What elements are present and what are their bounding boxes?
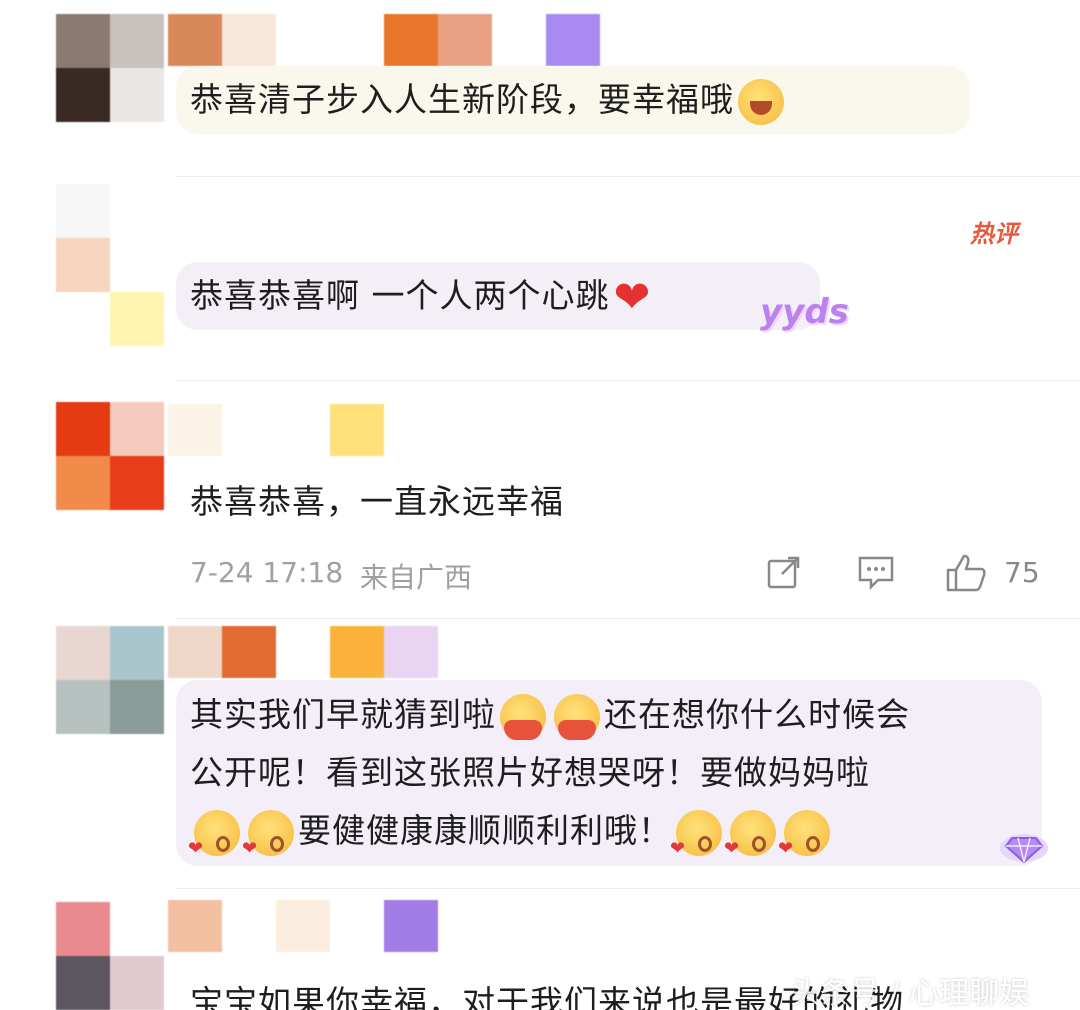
comment-text: 其实我们早就猜到啦 xyxy=(190,695,496,734)
avatar[interactable] xyxy=(56,626,164,734)
comment-bubble: 其实我们早就猜到啦 还在想你什么时候会 公开呢！看到这张照片好想哭呀！要做妈妈啦 … xyxy=(176,680,1042,878)
comment-line: 公开呢！看到这张照片好想哭呀！要做妈妈啦 xyxy=(190,744,1028,802)
yyds-sticker: yyds xyxy=(760,292,849,332)
kiss-emoji xyxy=(724,809,776,878)
comment-meta: 7-24 17:18 来自广西 75 xyxy=(190,552,1050,596)
watermark: 头条号 / 心理聊娱 xyxy=(790,976,1030,1010)
comment-time: 7-24 17:18 xyxy=(190,556,344,589)
share-icon[interactable] xyxy=(764,552,804,592)
kiss-emoji xyxy=(670,809,722,878)
like-count: 75 xyxy=(1004,556,1040,589)
kiss-emoji xyxy=(188,809,240,878)
kiss-emoji xyxy=(242,809,294,878)
comment-line: 要健健康康顺顺利利哦！ xyxy=(188,802,1028,878)
hot-comment-badge: 热评 xyxy=(970,220,1018,248)
divider xyxy=(176,380,1080,381)
avatar[interactable] xyxy=(56,14,164,122)
comment-text: 公开呢！看到这张照片好想哭呀！要做妈妈啦 xyxy=(190,753,870,792)
username-blurred[interactable] xyxy=(168,404,384,456)
comment-line: 其实我们早就猜到啦 还在想你什么时候会 xyxy=(190,686,1028,744)
comment-bubble: 恭喜恭喜啊 一个人两个心跳❤ xyxy=(176,262,820,330)
comment-text: 要健健康康顺顺利利哦！ xyxy=(298,811,672,850)
divider xyxy=(176,888,1080,889)
avatar[interactable] xyxy=(56,402,164,510)
comment-location: 来自广西 xyxy=(360,561,473,594)
comment-text: 恭喜恭喜啊 一个人两个心跳 xyxy=(190,276,610,315)
divider xyxy=(176,176,1080,177)
comment-text: 还在想你什么时候会 xyxy=(604,695,910,734)
red-heart-emoji: ❤ xyxy=(613,271,652,323)
comment-text: 恭喜清子步入人生新阶段，要幸福哦 xyxy=(190,80,734,119)
comment-bubble: 恭喜恭喜，一直永远幸福 xyxy=(176,468,656,536)
kiss-emoji xyxy=(778,809,830,878)
hug-emoji xyxy=(554,693,600,740)
diamond-icon xyxy=(1000,834,1048,864)
laugh-cry-emoji xyxy=(738,78,784,125)
comment-text: 恭喜恭喜，一直永远幸福 xyxy=(190,482,564,521)
comment-icon[interactable] xyxy=(856,552,896,592)
divider xyxy=(176,618,1080,619)
username-blurred[interactable] xyxy=(168,626,438,678)
comment-bubble: 恭喜清子步入人生新阶段，要幸福哦 xyxy=(176,66,970,134)
hug-emoji xyxy=(500,693,546,740)
like-icon[interactable] xyxy=(944,552,988,594)
username-blurred[interactable] xyxy=(168,14,600,66)
username-blurred[interactable] xyxy=(168,900,438,952)
avatar[interactable] xyxy=(56,184,164,346)
avatar[interactable] xyxy=(56,902,164,1010)
